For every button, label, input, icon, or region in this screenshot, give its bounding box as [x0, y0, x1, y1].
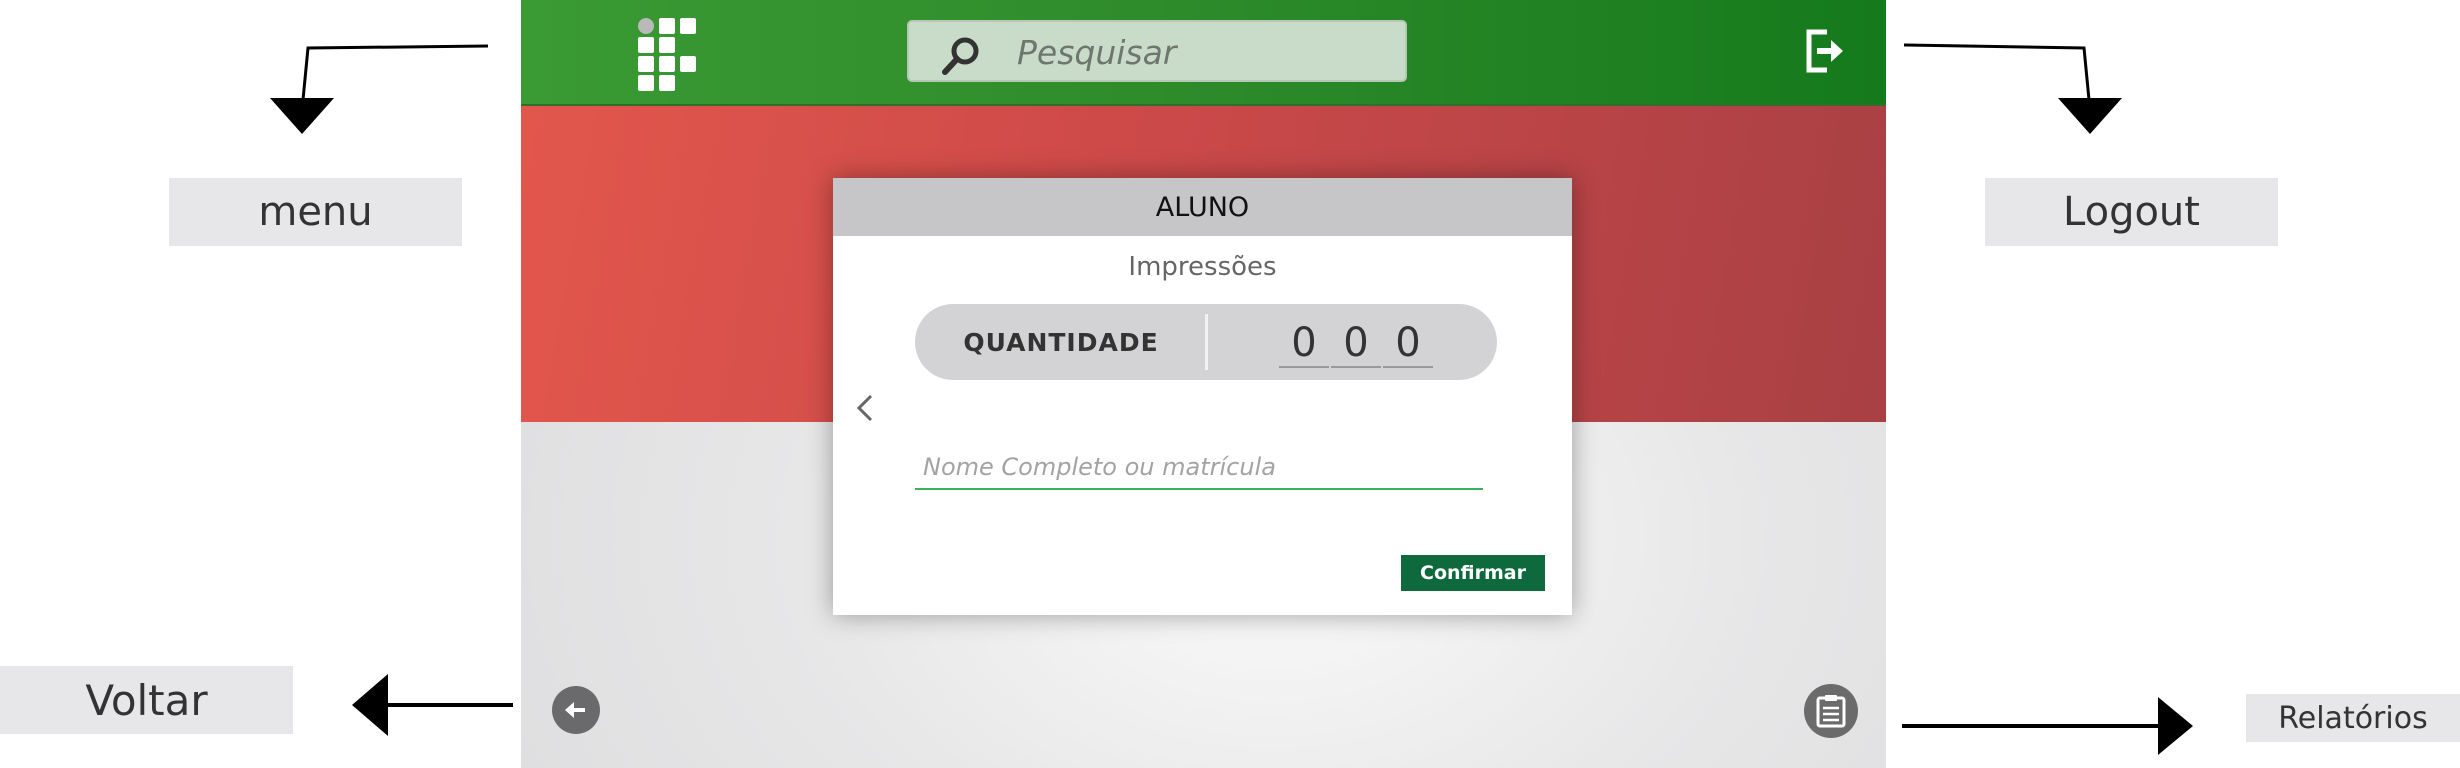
logo-square	[680, 18, 696, 34]
logo-square	[659, 18, 675, 34]
reports-button[interactable]	[1804, 684, 1858, 738]
logo-square	[659, 56, 675, 72]
annotation-menu-label: menu	[169, 178, 462, 246]
institutional-logo-icon[interactable]	[638, 18, 696, 92]
logo-square	[680, 56, 696, 72]
search-input[interactable]	[1015, 28, 1389, 76]
quantity-digit-tens[interactable]: 0	[1331, 320, 1381, 368]
back-button[interactable]	[552, 686, 600, 734]
logo-square	[638, 75, 654, 91]
top-bar	[521, 0, 1886, 106]
clipboard-icon	[1816, 695, 1846, 728]
confirm-button[interactable]: Confirmar	[1401, 555, 1545, 591]
logo-square	[638, 56, 654, 72]
quantity-label: QUANTIDADE	[963, 327, 1159, 357]
search-icon[interactable]	[939, 34, 983, 78]
quantity-control: QUANTIDADE 0 0 0	[915, 304, 1497, 380]
annotation-logout-label: Logout	[1985, 178, 2278, 246]
logout-icon[interactable]	[1803, 28, 1845, 74]
student-name-input[interactable]	[915, 446, 1483, 490]
app-screen: ALUNO Impressões QUANTIDADE 0 0 0 Confir…	[521, 0, 1886, 768]
quantity-divider	[1205, 314, 1208, 370]
annotation-voltar-label: Voltar	[0, 666, 293, 734]
dialog-subtitle: Impressões	[1128, 252, 1277, 282]
logo-dot	[638, 18, 654, 34]
arrow-left-icon	[565, 702, 585, 718]
search-box[interactable]	[907, 20, 1407, 82]
chevron-left-icon[interactable]	[851, 388, 881, 428]
quantity-digit-hundreds[interactable]: 0	[1279, 320, 1329, 368]
student-dialog: ALUNO Impressões QUANTIDADE 0 0 0 Confir…	[833, 178, 1572, 615]
logo-square	[659, 75, 675, 91]
dialog-title: ALUNO	[833, 178, 1572, 236]
logo-square	[659, 37, 675, 53]
logo-square	[638, 37, 654, 53]
quantity-digit-units[interactable]: 0	[1383, 320, 1433, 368]
annotation-relatorios-label: Relatórios	[2246, 694, 2460, 742]
